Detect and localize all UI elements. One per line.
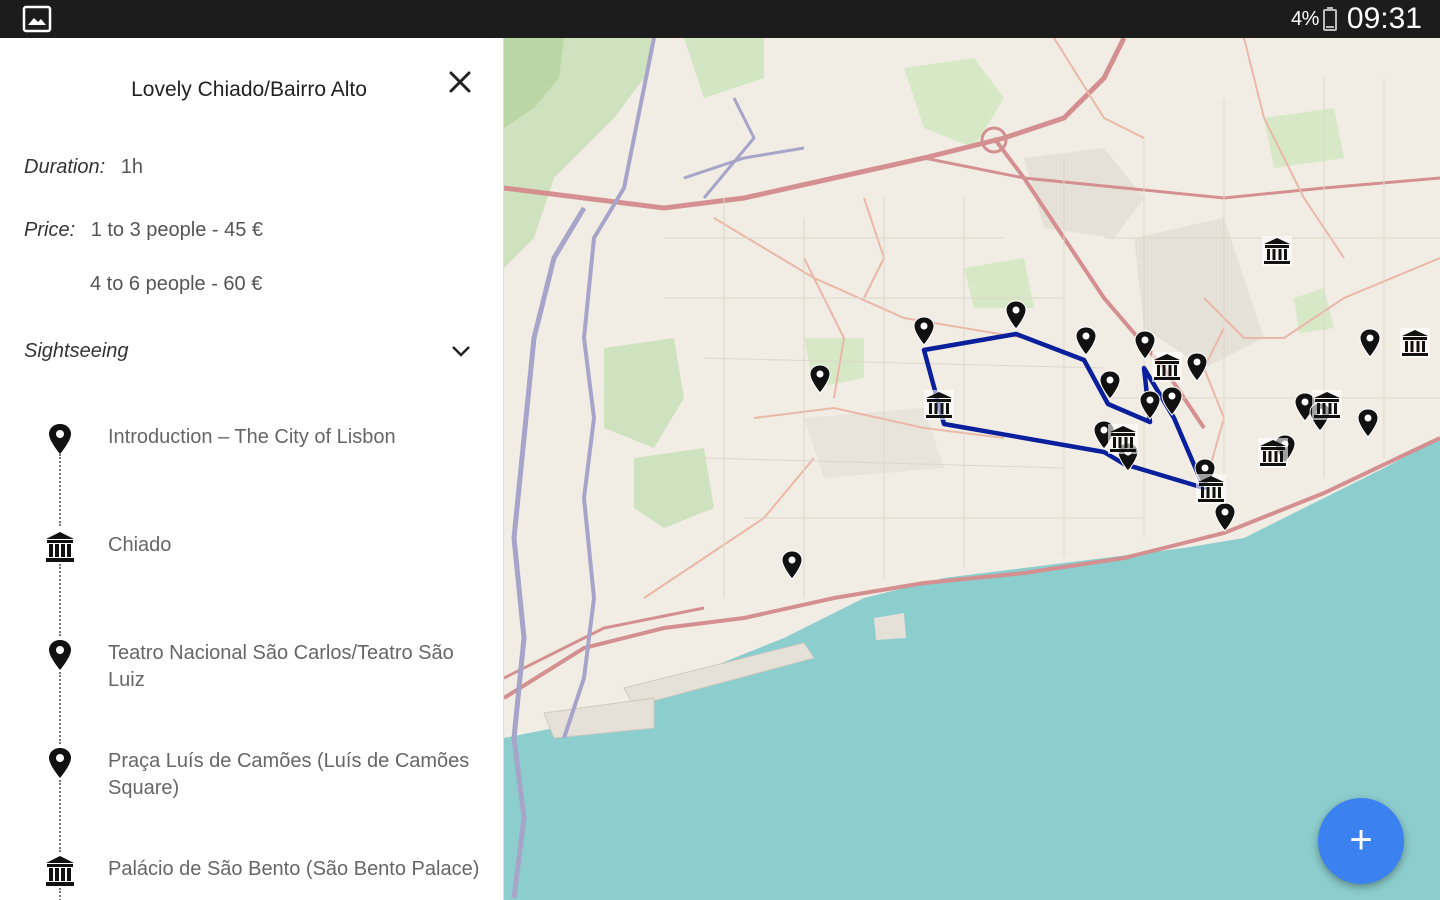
stop-connector <box>59 888 61 900</box>
stop-label: Chiado <box>108 534 172 556</box>
chevron-down-icon[interactable] <box>446 338 476 364</box>
stop-label: Introduction – The City of Lisbon <box>108 426 396 448</box>
museum-icon <box>46 856 74 886</box>
battery-percent: 4% <box>1291 7 1319 30</box>
sightseeing-header[interactable]: Sightseeing <box>24 340 129 363</box>
map-pin-icon <box>49 424 71 454</box>
add-icon: + <box>1349 818 1373 862</box>
price-row: Price: 1 to 3 people - 45 € <box>24 219 263 242</box>
stop-label: Palácio de São Bento (São Bento Palace) <box>108 858 480 880</box>
stop-label: Praça Luís de Camões (Luís de Camões Squ… <box>108 750 470 799</box>
stop-connector <box>59 672 61 744</box>
map-pin-icon <box>49 640 71 670</box>
price-value: 1 to 3 people - 45 € <box>90 219 264 241</box>
status-bar: 4% 09:31 <box>0 0 1440 38</box>
clock: 09:31 <box>1346 2 1422 35</box>
map-view[interactable] <box>504 38 1440 900</box>
duration-label: Duration: <box>24 156 106 178</box>
museum-icon <box>46 532 74 562</box>
price-value: 4 to 6 people - 60 € <box>90 273 263 295</box>
duration-row: Duration: 1h <box>24 156 143 179</box>
gallery-icon <box>22 5 52 33</box>
price-row-2: 4 to 6 people - 60 € <box>90 273 262 296</box>
close-icon[interactable] <box>444 66 476 98</box>
stop-connector <box>59 780 61 852</box>
tour-title: Lovely Chiado/Bairro Alto <box>131 78 367 101</box>
tour-details-panel: Lovely Chiado/Bairro Alto Duration: 1h P… <box>0 38 504 900</box>
battery-icon <box>1322 7 1337 31</box>
stop-connector <box>59 454 61 526</box>
stop-label: Teatro Nacional São Carlos/Teatro São Lu… <box>108 642 454 691</box>
map-canvas[interactable] <box>504 38 1440 900</box>
add-button[interactable]: + <box>1318 798 1404 884</box>
duration-value: 1h <box>120 156 143 178</box>
stop-connector <box>59 564 61 636</box>
price-label: Price: <box>24 219 76 241</box>
map-pin-icon <box>49 748 71 778</box>
